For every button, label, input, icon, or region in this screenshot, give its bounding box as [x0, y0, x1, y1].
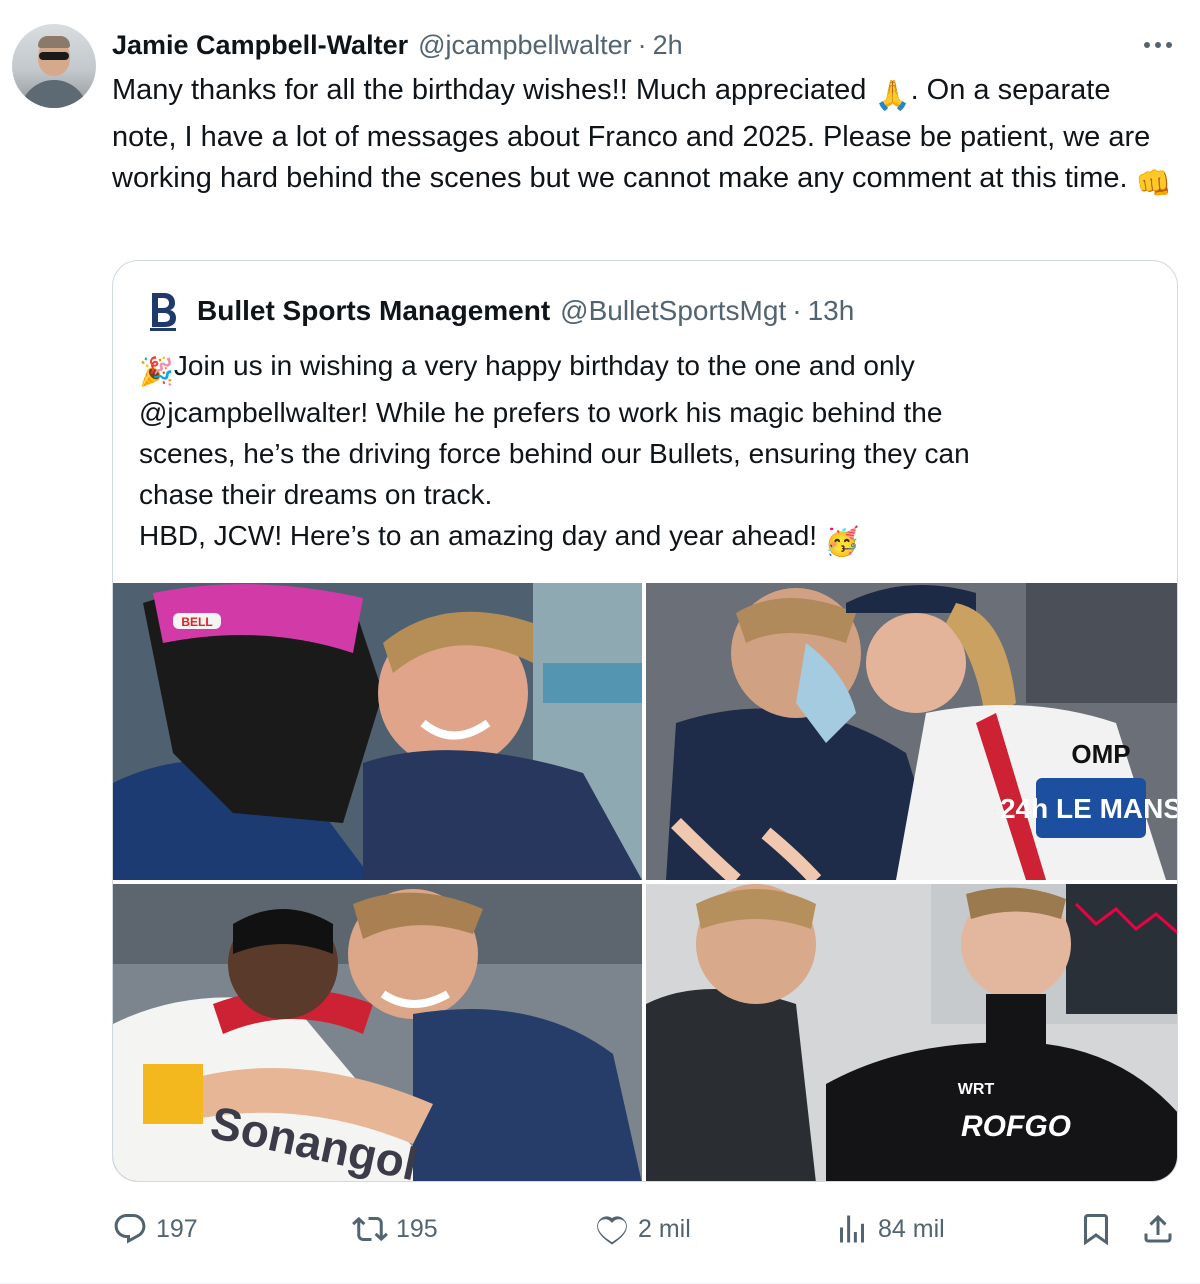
quote-line-2: @jcampbellwalter! While he prefers to wo… — [139, 397, 943, 428]
party-emoji: 🎉 — [139, 356, 174, 387]
tweet-card[interactable]: Jamie Campbell-Walter @jcampbellwalter ·… — [0, 0, 1200, 1284]
team-text: WRT — [958, 1081, 995, 1098]
views-button[interactable]: 84 mil — [834, 1204, 945, 1254]
separator: · — [637, 29, 647, 60]
author-name[interactable]: Jamie Campbell-Walter — [112, 30, 408, 61]
quote-line-4: chase their dreams on track. — [139, 479, 493, 510]
quote-header: Bullet Sports Management @BulletSportsMg… — [143, 291, 1143, 331]
photo-3[interactable]: Sonangol — [113, 884, 642, 1181]
repost-count: 195 — [396, 1214, 438, 1243]
like-count: 2 mil — [638, 1214, 691, 1243]
views-count: 84 mil — [878, 1214, 945, 1243]
tweet-text-part1: Many thanks for all the birthday wishes!… — [112, 74, 875, 106]
share-button[interactable] — [1140, 1204, 1184, 1254]
quote-time[interactable]: 13h — [808, 295, 855, 327]
views-icon — [840, 1215, 864, 1243]
quote-line-5: HBD, JCW! Here’s to an amazing day and y… — [139, 515, 1159, 562]
reply-icon — [114, 1214, 146, 1244]
repost-button[interactable]: 195 — [352, 1204, 438, 1254]
quote-line-1: 🎉Join us in wishing a very happy birthda… — [139, 345, 1159, 392]
bullet-logo-icon[interactable] — [143, 291, 183, 331]
photo-1[interactable]: BELL — [113, 583, 642, 880]
tweet-text: Many thanks for all the birthday wishes!… — [112, 70, 1172, 205]
more-icon[interactable] — [1138, 30, 1178, 60]
avatar-body — [20, 80, 88, 108]
avatar-hair — [38, 36, 70, 48]
tweet-time[interactable]: 2h — [653, 30, 683, 61]
quote-author-name[interactable]: Bullet Sports Management — [197, 295, 550, 327]
avatar[interactable] — [12, 24, 96, 108]
repost-icon — [352, 1216, 388, 1242]
le-mans-text: 24h LE MANS — [1000, 793, 1178, 824]
celebrate-emoji: 🥳 — [824, 526, 860, 557]
bookmark-icon — [1084, 1214, 1108, 1246]
quote-line-5-text: HBD, JCW! Here’s to an amazing day and y… — [139, 520, 818, 551]
quote-tweet[interactable]: Bullet Sports Management @BulletSportsMg… — [112, 260, 1178, 1182]
pray-emoji: 🙏 — [874, 80, 911, 112]
quote-line-3: scenes, he’s the driving force behind ou… — [139, 438, 970, 469]
quote-separator: · — [792, 295, 802, 326]
tweet-header: Jamie Campbell-Walter @jcampbellwalter ·… — [112, 28, 1132, 62]
omp-text: OMP — [1071, 739, 1130, 769]
sponsor2-text: ROFGO — [961, 1110, 1071, 1143]
quote-line-1-text: Join us in wishing a very happy birthday… — [173, 350, 915, 381]
photo-grid: BELL 24h LE MANS OMP Sonangol WRT ROFGO — [113, 583, 1178, 1181]
like-icon — [597, 1216, 627, 1245]
bookmark-button[interactable] — [1078, 1204, 1122, 1254]
fist-emoji: 👊 — [1135, 168, 1172, 200]
avatar-glasses — [39, 52, 69, 60]
action-bar: 197 195 2 mil 84 mil — [112, 1204, 1178, 1254]
photo-2[interactable]: 24h LE MANS OMP — [646, 583, 1178, 880]
photo-4[interactable]: WRT ROFGO — [646, 884, 1177, 1181]
quote-author-handle[interactable]: @BulletSportsMgt — [560, 295, 786, 327]
quote-text: 🎉Join us in wishing a very happy birthda… — [139, 345, 1159, 562]
reply-count: 197 — [156, 1214, 198, 1243]
like-button[interactable]: 2 mil — [594, 1204, 691, 1254]
helmet-brand-text: BELL — [181, 615, 212, 629]
share-icon — [1144, 1214, 1172, 1243]
reply-button[interactable]: 197 — [112, 1204, 198, 1254]
author-handle[interactable]: @jcampbellwalter — [418, 30, 631, 61]
